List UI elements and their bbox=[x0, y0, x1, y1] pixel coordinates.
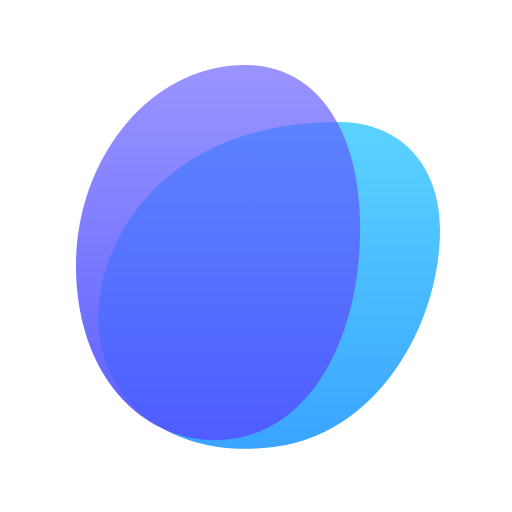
app-icon-canvas bbox=[0, 0, 512, 512]
overlapping-blobs-logo-icon bbox=[75, 65, 440, 449]
